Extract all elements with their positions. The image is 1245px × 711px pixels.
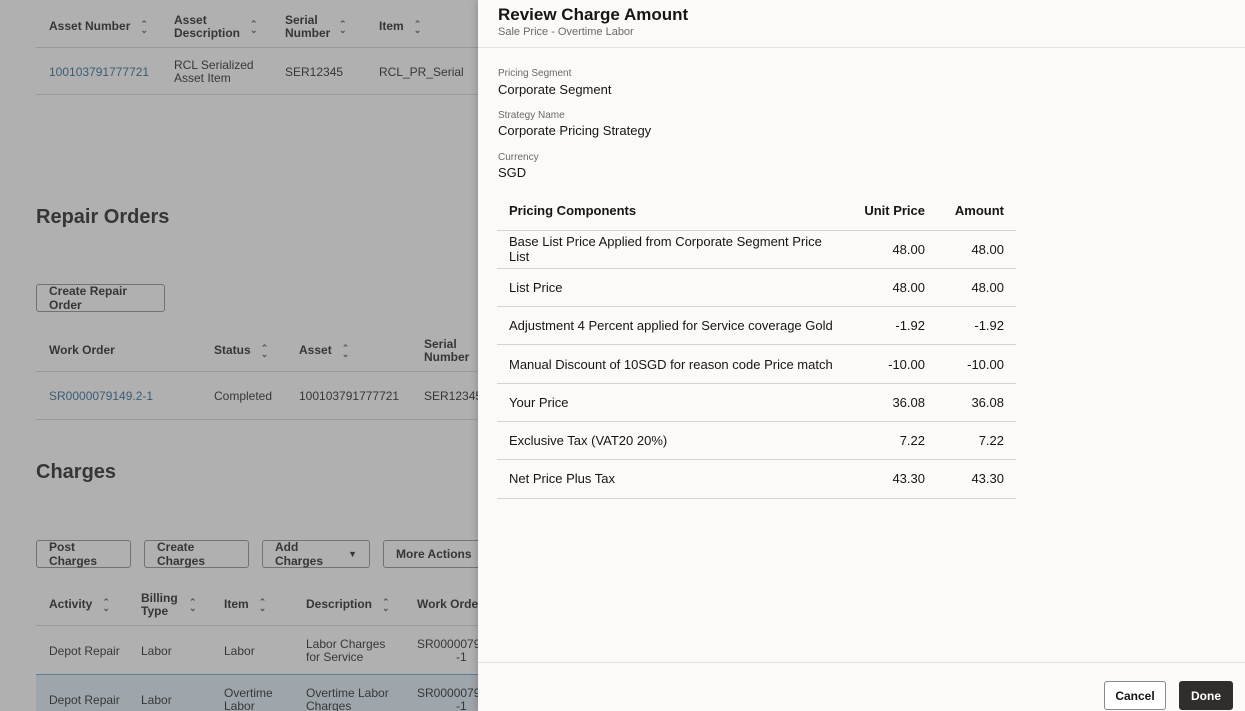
done-button[interactable]: Done	[1179, 681, 1233, 710]
unit-price-cell: 7.22	[852, 421, 937, 461]
component-cell: List Price	[497, 268, 852, 308]
component-cell: Manual Discount of 10SGD for reason code…	[497, 344, 852, 384]
unit-price-cell: 48.00	[852, 268, 937, 308]
table-row: Exclusive Tax (VAT20 20%) 7.22 7.22	[497, 421, 1016, 461]
strategy-name-value: Corporate Pricing Strategy	[498, 123, 652, 138]
cancel-button[interactable]: Cancel	[1104, 681, 1166, 710]
component-cell: Base List Price Applied from Corporate S…	[497, 230, 852, 269]
amount-cell: 36.08	[937, 383, 1016, 422]
pricing-segment-value: Corporate Segment	[498, 82, 612, 97]
drawer-header: Review Charge Amount Sale Price - Overti…	[478, 0, 1245, 48]
pricing-segment-label: Pricing Segment	[498, 68, 572, 79]
amount-cell: 43.30	[937, 459, 1016, 499]
table-row: Your Price 36.08 36.08	[497, 383, 1016, 422]
unit-price-cell: 48.00	[852, 230, 937, 269]
unit-price-cell: 36.08	[852, 383, 937, 422]
amount-cell: 7.22	[937, 421, 1016, 461]
amount-cell: 48.00	[937, 268, 1016, 308]
component-cell: Net Price Plus Tax	[497, 459, 852, 499]
table-row: Net Price Plus Tax 43.30 43.30	[497, 459, 1016, 499]
amount-cell: -10.00	[937, 344, 1016, 384]
table-row: List Price 48.00 48.00	[497, 268, 1016, 308]
table-header-row: Pricing Components Unit Price Amount	[497, 192, 1016, 231]
strategy-name-label: Strategy Name	[498, 110, 565, 121]
unit-price-cell: -10.00	[852, 344, 937, 384]
unit-price-cell: -1.92	[852, 306, 937, 346]
component-cell: Exclusive Tax (VAT20 20%)	[497, 421, 852, 461]
pricing-components-table: Pricing Components Unit Price Amount Bas…	[497, 192, 1016, 499]
table-row: Adjustment 4 Percent applied for Service…	[497, 306, 1016, 346]
amount-cell: 48.00	[937, 230, 1016, 269]
review-charge-drawer: Review Charge Amount Sale Price - Overti…	[478, 0, 1245, 711]
drawer-subtitle: Sale Price - Overtime Labor	[498, 26, 634, 38]
unit-price-cell: 43.30	[852, 459, 937, 499]
currency-label: Currency	[498, 152, 539, 163]
drawer-footer: Cancel Done	[478, 662, 1245, 711]
component-cell: Adjustment 4 Percent applied for Service…	[497, 306, 852, 346]
component-cell: Your Price	[497, 383, 852, 422]
currency-value: SGD	[498, 165, 527, 180]
amount-cell: -1.92	[937, 306, 1016, 346]
table-row: Base List Price Applied from Corporate S…	[497, 230, 1016, 269]
header-pricing-components: Pricing Components	[497, 192, 852, 231]
drawer-title: Review Charge Amount	[498, 5, 689, 24]
header-amount: Amount	[937, 192, 1016, 231]
header-unit-price: Unit Price	[852, 192, 937, 231]
table-row: Manual Discount of 10SGD for reason code…	[497, 344, 1016, 384]
